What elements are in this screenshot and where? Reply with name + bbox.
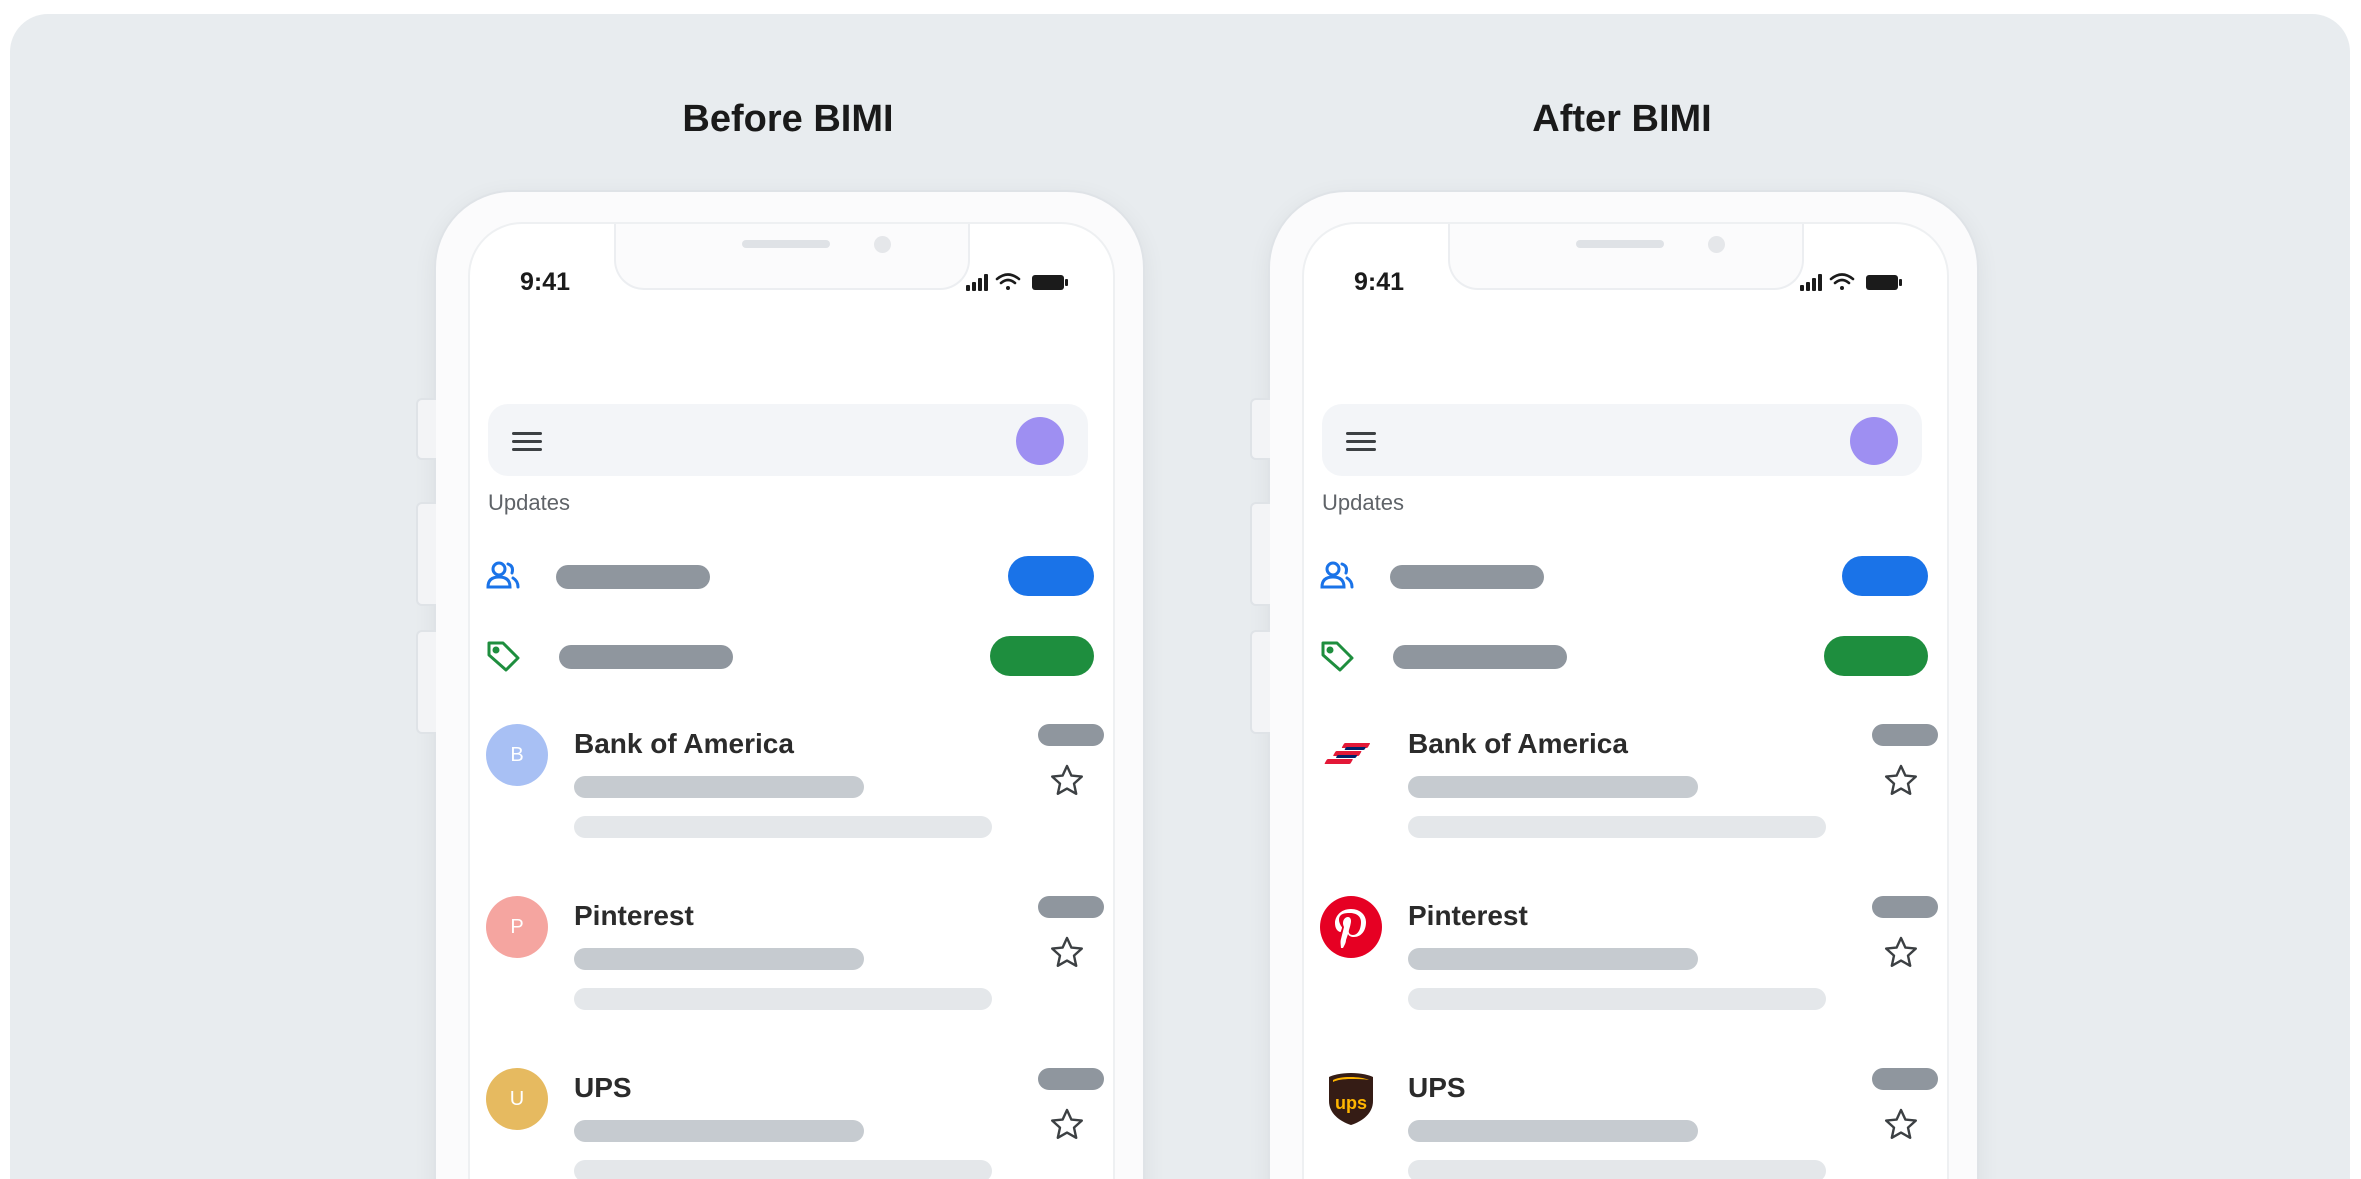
phone-volume-up-button [1250, 502, 1270, 606]
phone-volume-down-button [1250, 630, 1270, 734]
snippet-placeholder [574, 1160, 992, 1179]
phone-side-button [1250, 398, 1270, 460]
email-row[interactable]: B Bank of America [486, 724, 1104, 854]
snippet-placeholder [1408, 988, 1826, 1010]
sender-name: UPS [1408, 1072, 1466, 1103]
status-time: 9:41 [1354, 268, 1405, 296]
category-pill-social [1008, 556, 1094, 596]
category-placeholder [559, 645, 733, 669]
wifi-icon [995, 273, 1021, 290]
sender-letter-avatar: B [486, 724, 548, 786]
category-placeholder [1393, 645, 1567, 669]
category-row-promotions[interactable] [1318, 636, 1928, 676]
subject-placeholder [574, 948, 864, 970]
search-bar[interactable] [488, 404, 1088, 476]
phone-after: 9:41 Updates Bank of America Pinterest u… [1250, 190, 1979, 1179]
phone-screen: 9:41 [468, 222, 1115, 1179]
subject-placeholder [1408, 776, 1698, 798]
email-row[interactable]: Pinterest [1320, 896, 1938, 1026]
category-pill-promotions [1824, 636, 1928, 676]
hamburger-menu-icon[interactable] [510, 426, 544, 456]
phone-side-button [416, 398, 436, 460]
cellular-signal-icon [1800, 274, 1822, 291]
ups-logo: ups [1320, 1068, 1382, 1130]
star-outline-icon[interactable] [1882, 762, 1920, 800]
phone-volume-down-button [416, 630, 436, 734]
front-camera [1708, 236, 1725, 253]
sender-name: Bank of America [1408, 728, 1628, 759]
sender-letter-avatar: P [486, 896, 548, 958]
subject-placeholder [574, 1120, 864, 1142]
phone-volume-up-button [416, 502, 436, 606]
date-placeholder [1038, 1068, 1104, 1090]
sender-name: UPS [574, 1072, 632, 1103]
sender-name: Bank of America [574, 728, 794, 759]
date-placeholder [1872, 1068, 1938, 1090]
account-avatar[interactable] [1850, 417, 1898, 465]
svg-text:ups: ups [1335, 1093, 1367, 1113]
comparison-card: Before BIMI 9:41 Updates B Bank of Ameri… [10, 14, 2350, 1179]
battery-icon [1866, 275, 1902, 290]
phone-notch [1448, 224, 1804, 290]
star-outline-icon[interactable] [1048, 934, 1086, 972]
snippet-placeholder [1408, 816, 1826, 838]
account-avatar[interactable] [1016, 417, 1064, 465]
subject-placeholder [574, 776, 864, 798]
email-row[interactable]: ups UPS [1320, 1068, 1938, 1179]
category-row-social[interactable] [1318, 556, 1928, 596]
search-bar[interactable] [1322, 404, 1922, 476]
panel-title-after: After BIMI [1532, 98, 1712, 140]
email-row[interactable]: Bank of America [1320, 724, 1938, 854]
star-outline-icon[interactable] [1048, 1106, 1086, 1144]
hamburger-menu-icon[interactable] [1344, 426, 1378, 456]
people-icon [486, 561, 520, 589]
cellular-signal-icon [966, 274, 988, 291]
status-time: 9:41 [520, 268, 571, 296]
people-icon [1320, 561, 1354, 589]
category-pill-promotions [990, 636, 1094, 676]
date-placeholder [1872, 896, 1938, 918]
email-row[interactable]: U UPS [486, 1068, 1104, 1179]
front-camera [874, 236, 891, 253]
speaker-grille [1576, 240, 1664, 248]
battery-icon [1032, 275, 1068, 290]
tag-icon [487, 641, 520, 672]
category-placeholder [1390, 565, 1544, 589]
status-icons [1800, 273, 1902, 291]
date-placeholder [1038, 724, 1104, 746]
phone-before: 9:41 Updates B Bank of America P Pintere… [416, 190, 1145, 1179]
wifi-icon [1829, 273, 1855, 290]
subject-placeholder [1408, 1120, 1698, 1142]
date-placeholder [1872, 724, 1938, 746]
category-row-promotions[interactable] [484, 636, 1094, 676]
tag-icon [1321, 641, 1354, 672]
status-icons [966, 273, 1068, 291]
phone-notch [614, 224, 970, 290]
section-label-updates: Updates [1322, 490, 1404, 515]
category-placeholder [556, 565, 710, 589]
subject-placeholder [1408, 948, 1698, 970]
section-label-updates: Updates [488, 490, 570, 515]
email-row[interactable]: P Pinterest [486, 896, 1104, 1026]
date-placeholder [1038, 896, 1104, 918]
phone-screen: 9:41 [1302, 222, 1949, 1179]
sender-letter-avatar: U [486, 1068, 548, 1130]
snippet-placeholder [1408, 1160, 1826, 1179]
snippet-placeholder [574, 816, 992, 838]
pinterest-logo [1320, 896, 1382, 958]
star-outline-icon[interactable] [1048, 762, 1086, 800]
sender-name: Pinterest [1408, 900, 1528, 931]
snippet-placeholder [574, 988, 992, 1010]
sender-name: Pinterest [574, 900, 694, 931]
category-pill-social [1842, 556, 1928, 596]
panel-title-before: Before BIMI [682, 98, 894, 140]
star-outline-icon[interactable] [1882, 1106, 1920, 1144]
bank-of-america-logo [1320, 724, 1382, 786]
star-outline-icon[interactable] [1882, 934, 1920, 972]
category-row-social[interactable] [484, 556, 1094, 596]
speaker-grille [742, 240, 830, 248]
